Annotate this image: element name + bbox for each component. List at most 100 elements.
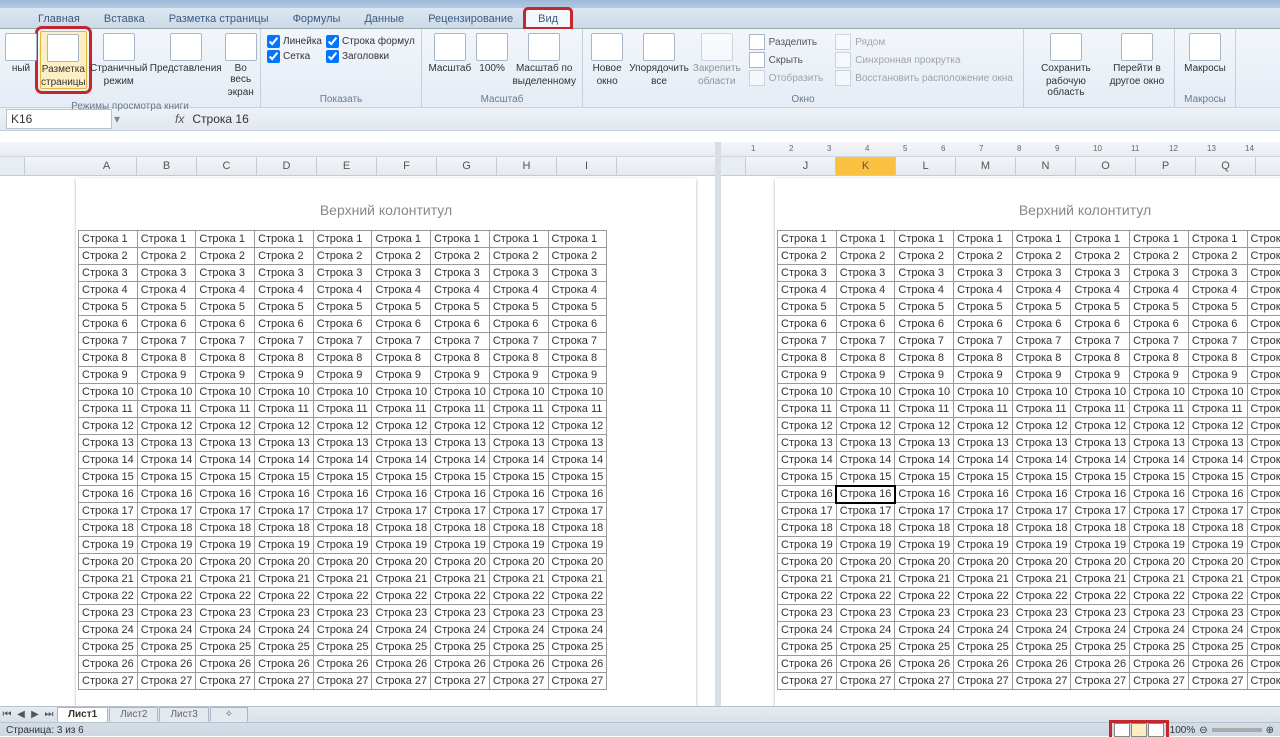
cell[interactable]: Строка 7 [489, 333, 548, 350]
cell[interactable]: Строка 19 [1130, 537, 1189, 554]
cell[interactable]: Строка 5 [196, 299, 255, 316]
cell[interactable]: Строка 13 [1012, 435, 1071, 452]
cell[interactable]: Строка 23 [1130, 605, 1189, 622]
cell[interactable]: Строка 20 [489, 554, 548, 571]
cell[interactable]: Строка 24 [1130, 622, 1189, 639]
cell[interactable]: Строка 6 [895, 316, 954, 333]
cell[interactable]: Строка 18 [1071, 520, 1130, 537]
cell[interactable]: Строка 8 [836, 350, 895, 367]
cell[interactable]: Строка 3 [79, 265, 138, 282]
cell[interactable]: Строка 12 [548, 418, 607, 435]
header-text-left[interactable]: Верхний колонтитул [76, 178, 696, 230]
cell[interactable]: Строка 23 [895, 605, 954, 622]
cell[interactable]: Строка 13 [79, 435, 138, 452]
cell[interactable]: Строка 12 [1247, 418, 1280, 435]
cell[interactable]: Строка 18 [778, 520, 837, 537]
cell[interactable]: Строка 15 [548, 469, 607, 486]
cell[interactable]: Строка 19 [255, 537, 314, 554]
cell[interactable]: Строка 19 [1247, 537, 1280, 554]
tab-retsenz[interactable]: Рецензирование [416, 10, 525, 28]
cell[interactable]: Строка 24 [79, 622, 138, 639]
cell[interactable]: Строка 7 [255, 333, 314, 350]
cell[interactable]: Строка 11 [954, 401, 1013, 418]
cell[interactable]: Строка 13 [1130, 435, 1189, 452]
cell[interactable]: Строка 4 [954, 282, 1013, 299]
cell[interactable]: Строка 6 [1247, 316, 1280, 333]
cell[interactable]: Строка 25 [778, 639, 837, 656]
cell[interactable]: Строка 13 [1247, 435, 1280, 452]
cell[interactable]: Строка 15 [1188, 469, 1247, 486]
cell[interactable]: Строка 13 [548, 435, 607, 452]
cell[interactable]: Строка 20 [255, 554, 314, 571]
cell[interactable]: Строка 22 [255, 588, 314, 605]
cell[interactable]: Строка 4 [372, 282, 431, 299]
cell[interactable]: Строка 17 [431, 503, 490, 520]
cell[interactable]: Строка 16 [137, 486, 196, 503]
cell[interactable]: Строка 1 [489, 231, 548, 248]
cell[interactable]: Строка 21 [196, 571, 255, 588]
cell[interactable]: Строка 14 [196, 452, 255, 469]
cell[interactable]: Строка 27 [954, 673, 1013, 690]
cell[interactable]: Строка 27 [196, 673, 255, 690]
cell[interactable]: Строка 25 [1247, 639, 1280, 656]
cell[interactable]: Строка 3 [1130, 265, 1189, 282]
cell[interactable]: Строка 15 [1247, 469, 1280, 486]
cell[interactable]: Строка 10 [1247, 384, 1280, 401]
normal-view-button[interactable]: ный [6, 31, 36, 74]
cell[interactable]: Строка 15 [489, 469, 548, 486]
header-text-right[interactable]: Верхний колонтитул [775, 178, 1280, 230]
cell[interactable]: Строка 24 [548, 622, 607, 639]
cell[interactable]: Строка 14 [895, 452, 954, 469]
cell[interactable]: Строка 16 [431, 486, 490, 503]
cell[interactable]: Строка 2 [372, 248, 431, 265]
cell[interactable]: Строка 13 [1188, 435, 1247, 452]
cell[interactable]: Строка 6 [372, 316, 431, 333]
tab-glavnaya[interactable]: Главная [26, 10, 92, 28]
cell[interactable]: Строка 5 [1071, 299, 1130, 316]
cell[interactable]: Строка 24 [372, 622, 431, 639]
cell[interactable]: Строка 9 [1188, 367, 1247, 384]
cell[interactable]: Строка 9 [895, 367, 954, 384]
cell[interactable]: Строка 23 [431, 605, 490, 622]
cell[interactable]: Строка 10 [1130, 384, 1189, 401]
cell[interactable]: Строка 25 [895, 639, 954, 656]
cell[interactable]: Строка 5 [489, 299, 548, 316]
cell[interactable]: Строка 6 [1130, 316, 1189, 333]
cell[interactable]: Строка 8 [895, 350, 954, 367]
hide-button[interactable]: Скрыть [745, 51, 828, 69]
cell[interactable]: Строка 27 [836, 673, 895, 690]
cell[interactable]: Строка 6 [836, 316, 895, 333]
cell[interactable]: Строка 27 [1188, 673, 1247, 690]
cell[interactable]: Строка 9 [836, 367, 895, 384]
cell[interactable]: Строка 16 [895, 486, 954, 503]
cell[interactable]: Строка 10 [137, 384, 196, 401]
cell[interactable]: Строка 18 [1012, 520, 1071, 537]
cell[interactable]: Строка 8 [313, 350, 372, 367]
cell[interactable]: Строка 4 [1071, 282, 1130, 299]
cell[interactable]: Строка 27 [372, 673, 431, 690]
cell[interactable]: Строка 16 [954, 486, 1013, 503]
cell[interactable]: Строка 25 [1012, 639, 1071, 656]
cell[interactable]: Строка 27 [1247, 673, 1280, 690]
cell[interactable]: Строка 21 [79, 571, 138, 588]
cell[interactable]: Строка 12 [489, 418, 548, 435]
cell[interactable]: Строка 11 [489, 401, 548, 418]
cell[interactable]: Строка 2 [778, 248, 837, 265]
cell[interactable]: Строка 21 [1188, 571, 1247, 588]
cell[interactable]: Строка 22 [137, 588, 196, 605]
cell[interactable]: Строка 8 [1071, 350, 1130, 367]
cell[interactable]: Строка 1 [1012, 231, 1071, 248]
cell[interactable]: Строка 12 [137, 418, 196, 435]
cell[interactable]: Строка 7 [1188, 333, 1247, 350]
cell[interactable]: Строка 4 [1247, 282, 1280, 299]
cell[interactable]: Строка 17 [895, 503, 954, 520]
cell[interactable]: Строка 27 [1071, 673, 1130, 690]
cell[interactable]: Строка 20 [778, 554, 837, 571]
cell[interactable]: Строка 7 [1247, 333, 1280, 350]
cell[interactable]: Строка 26 [1247, 656, 1280, 673]
cell[interactable]: Строка 6 [1188, 316, 1247, 333]
cell[interactable]: Строка 23 [1188, 605, 1247, 622]
freeze-panes-button[interactable]: Закрепитьобласти [693, 31, 741, 87]
cell[interactable]: Строка 5 [313, 299, 372, 316]
cell[interactable]: Строка 13 [954, 435, 1013, 452]
